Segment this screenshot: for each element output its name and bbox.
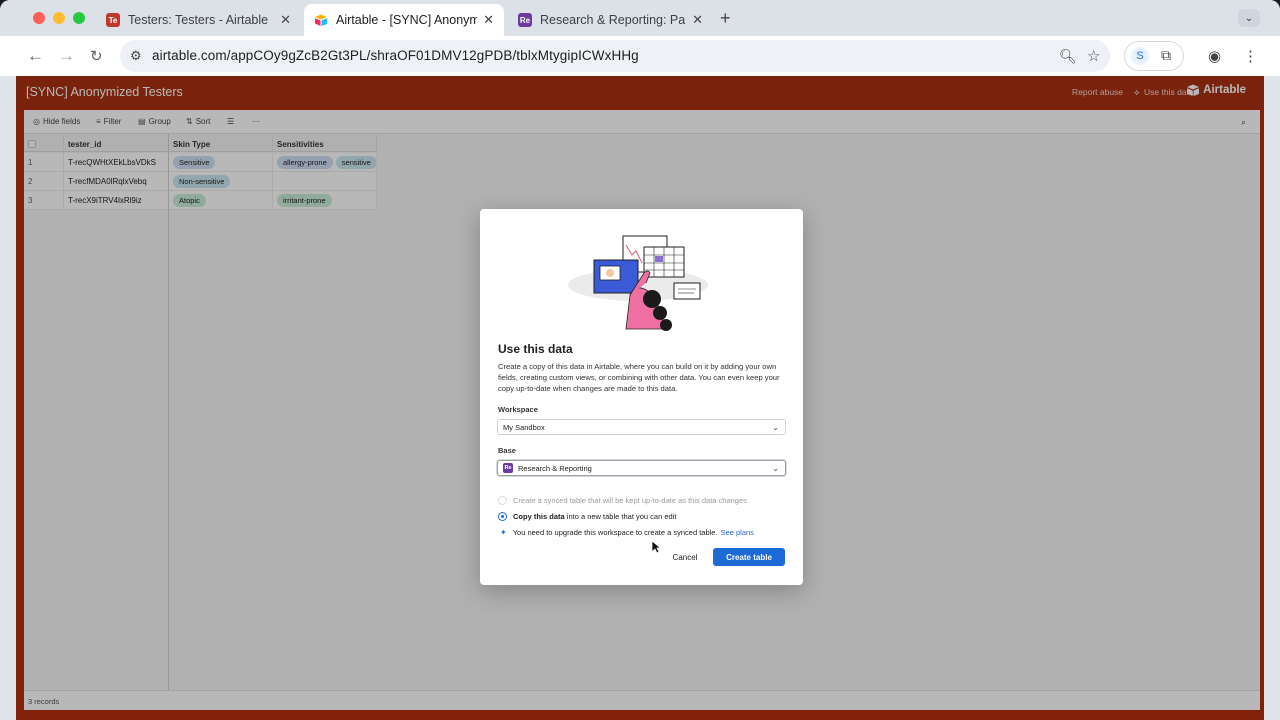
puzzle-icon[interactable]: ⧉ [1161,47,1171,64]
tab-testers[interactable]: Te Testers: Testers - Airtable ✕ [96,4,301,36]
zoom-icon[interactable]: 🔍︎ [1059,48,1077,65]
base-label: Base [498,446,516,455]
close-window-button[interactable] [33,12,45,24]
use-this-data-dialog: Use this data Create a copy of this data… [480,209,803,585]
mouse-cursor-icon [651,540,661,554]
base-select[interactable]: Re Research & Reporting ⌄ [497,460,786,476]
workspace-value: My Sandbox [503,422,545,432]
profile-icon[interactable]: ◉ [1208,47,1221,65]
tab-favicon: Te [106,13,120,27]
copy-data-label: into a new table that you can edit [564,512,677,521]
chevron-down-icon: ⌄ [772,423,779,432]
reload-icon[interactable]: ↻ [90,47,103,65]
option-synced-table[interactable]: Create a synced table that will be kept … [498,496,747,505]
synced-table-label: Create a synced table that will be kept … [513,496,747,505]
extensions-pill: S ⧉ [1124,41,1184,71]
tab-strip: Te Testers: Testers - Airtable ✕ Airtabl… [0,0,1280,36]
tab-airtable-sync[interactable]: Airtable - [SYNC] Anonymized ✕ [304,4,504,36]
back-arrow-icon[interactable]: ← [27,46,44,66]
option-copy-data[interactable]: Copy this data into a new table that you… [498,512,676,521]
close-icon[interactable]: ✕ [692,12,703,28]
extension-icon[interactable]: S [1131,47,1149,65]
tab-title: Airtable - [SYNC] Anonymized [336,13,478,27]
dialog-description: Create a copy of this data in Airtable, … [498,362,780,393]
tab-title: Testers: Testers - Airtable [128,13,269,27]
minimize-window-button[interactable] [53,12,65,24]
create-table-button[interactable]: Create table [713,548,785,566]
browser-toolbar: ← → ↻ ⚙ airtable.com/appCOy9gZcB2Gt3PL/s… [0,36,1280,76]
address-bar[interactable]: ⚙ airtable.com/appCOy9gZcB2Gt3PL/shraOF0… [120,40,1110,72]
see-plans-link[interactable]: See plans [721,528,754,537]
tab-favicon: Re [518,13,532,27]
close-icon[interactable]: ✕ [483,12,494,28]
base-value: Research & Reporting [518,463,592,473]
new-tab-button[interactable]: + [720,8,731,29]
copy-data-label-bold: Copy this data [513,512,565,521]
forward-arrow-icon[interactable]: → [58,46,75,66]
chevron-down-icon: ⌄ [772,464,779,473]
illustration-image [568,235,708,331]
cancel-button[interactable]: Cancel [666,549,704,565]
base-badge-icon: Re [503,463,513,473]
dialog-title: Use this data [498,342,573,356]
maximize-window-button[interactable] [73,12,85,24]
tab-research-reporting[interactable]: Re Research & Reporting: Partici ✕ [508,4,713,36]
airtable-logo-icon [314,13,328,27]
bookmark-star-icon[interactable]: ☆ [1087,47,1100,65]
workspace-select[interactable]: My Sandbox ⌄ [497,419,786,435]
url-text: airtable.com/appCOy9gZcB2Gt3PL/shraOF01D… [152,48,639,63]
upgrade-notice: ✦ You need to upgrade this workspace to … [500,528,754,537]
workspace-label: Workspace [498,405,538,414]
close-icon[interactable]: ✕ [280,12,291,28]
copy-data-radio[interactable] [498,512,507,521]
menu-kebab-icon[interactable]: ⋮ [1243,47,1258,65]
sparkle-icon: ✦ [500,528,507,537]
tab-title: Research & Reporting: Partici [540,13,686,27]
tab-search-chevron-icon[interactable]: ⌄ [1238,9,1260,27]
synced-table-radio[interactable] [498,496,507,505]
site-info-icon[interactable]: ⚙ [130,48,142,64]
upgrade-text: You need to upgrade this workspace to cr… [512,528,718,537]
